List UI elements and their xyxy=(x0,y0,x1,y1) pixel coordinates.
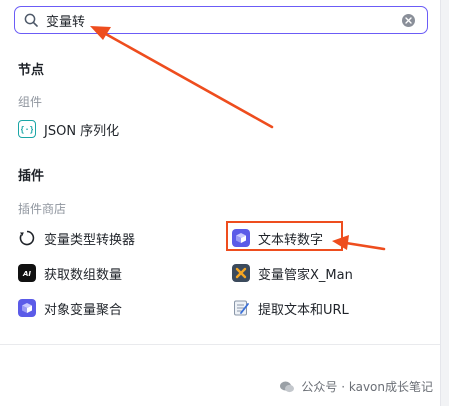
search-input[interactable]: 变量转 xyxy=(46,11,402,30)
item-object-variable-aggregate[interactable]: 对象变量聚合 xyxy=(18,297,122,319)
section-title-plugins: 插件 xyxy=(18,169,45,184)
search-box[interactable]: 变量转 xyxy=(14,6,428,34)
node-picker-panel: 变量转 节点 组件 {·} JSON 序列化 插件 插件商店 变量类型转换器 xyxy=(0,0,441,407)
item-extract-text-and-url[interactable]: 提取文本和URL xyxy=(232,297,349,319)
ai-badge-text: AI xyxy=(22,270,31,278)
panel-footer xyxy=(0,344,441,407)
section-subtitle-plugin-store: 插件商店 xyxy=(18,202,67,216)
watermark: 公众号 · kavon成长笔记 xyxy=(279,378,433,395)
ai-badge-icon: AI xyxy=(18,264,36,282)
wechat-icon xyxy=(280,381,295,392)
item-json-serialize[interactable]: {·} JSON 序列化 xyxy=(18,118,119,140)
clear-search-icon[interactable] xyxy=(402,13,415,27)
section-title-nodes: 节点 xyxy=(18,63,45,78)
notepad-icon xyxy=(232,299,250,317)
cross-box-icon xyxy=(232,264,250,282)
item-variable-type-converter[interactable]: 变量类型转换器 xyxy=(18,227,135,249)
background-canvas-edge xyxy=(440,0,449,406)
search-icon xyxy=(24,13,38,27)
highlight-box xyxy=(226,221,343,251)
item-get-array-count[interactable]: AI 获取数组数量 xyxy=(18,262,122,284)
svg-text:{·}: {·} xyxy=(21,125,33,134)
item-variable-manager-xman[interactable]: 变量管家X_Man xyxy=(232,262,353,284)
cube-icon xyxy=(18,299,36,317)
json-braces-icon: {·} xyxy=(18,120,36,138)
section-subtitle-components: 组件 xyxy=(18,95,43,109)
refresh-circle-icon xyxy=(18,229,36,247)
